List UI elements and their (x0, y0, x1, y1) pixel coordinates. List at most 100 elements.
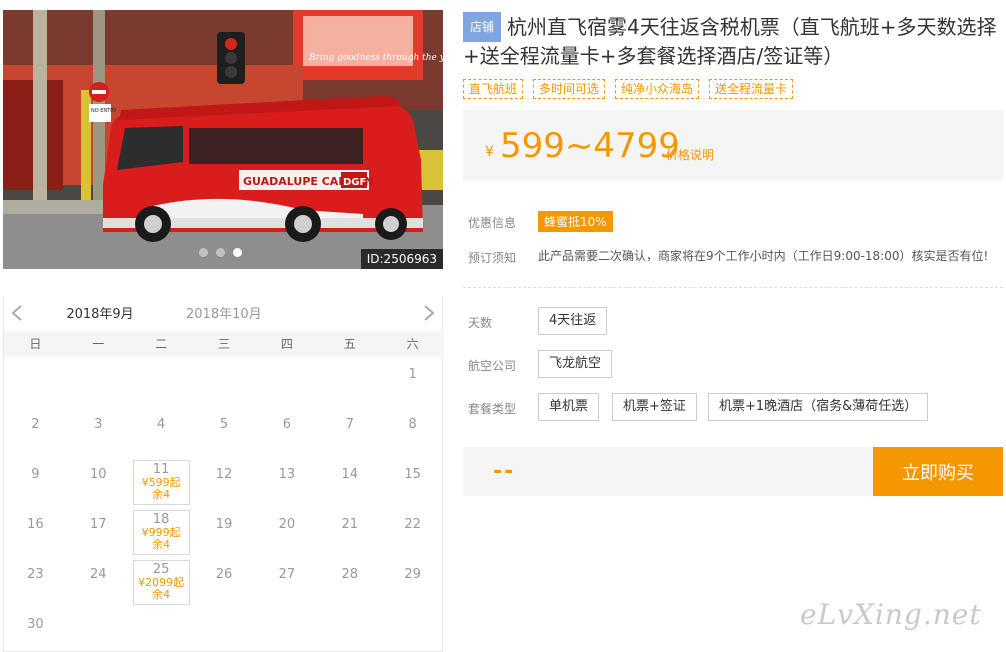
notice-label: 预订须知 (468, 251, 517, 265)
day-number: 5 (219, 417, 229, 432)
notice-text: 此产品需要二次确认，商家将在9个工作小时内（工作日9:00-18:00）核实是否… (538, 249, 989, 263)
calendar-day-available[interactable]: 11 ¥599起 余4 (130, 457, 193, 507)
feature-tag: 送全程流量卡 (709, 79, 794, 99)
calendar-day: 17 (67, 507, 130, 557)
prev-month-button[interactable] (10, 304, 24, 322)
shop-badge: 店铺 (463, 12, 502, 42)
product-title-text: 杭州直飞宿雾4天往返含税机票（直飞航班+多天数选择+送全程流量卡+多套餐选择酒店… (463, 15, 997, 68)
calendar-week-row: 9 10 11 ¥599起 余4 12 13 14 15 (4, 457, 444, 507)
calendar-day: 27 (255, 557, 318, 607)
jeepney-photo: Bring goodness through the years NO ENTR… (3, 10, 443, 269)
day-number (255, 607, 318, 617)
calendar-empty-cell (255, 607, 318, 652)
day-number: 3 (94, 417, 103, 432)
calendar-day: 22 (381, 507, 444, 557)
chevron-left-icon (11, 305, 22, 321)
calendar-empty-cell (130, 357, 193, 407)
day-number: 28 (341, 567, 358, 582)
days-label: 天数 (468, 316, 493, 330)
day-number (255, 357, 318, 367)
day-number: 8 (408, 417, 417, 432)
calendar-day: 21 (318, 507, 381, 557)
carousel-dot[interactable] (216, 248, 225, 257)
calendar-nav: 2018年9月 2018年10月 (4, 296, 444, 333)
day-number: 21 (341, 517, 358, 532)
price-range: 599~4799 (500, 126, 680, 166)
option-days[interactable]: 4天往返 (538, 307, 608, 335)
calendar-day: 3 (67, 407, 130, 457)
calendar-day: 8 (381, 407, 444, 457)
airline-label: 航空公司 (468, 359, 517, 373)
sign-text: NO ENTRY (91, 108, 117, 114)
feature-tag: 纯净小众海岛 (615, 79, 700, 99)
option-package-visa[interactable]: 机票+签证 (612, 393, 697, 421)
calendar-week-row: 23 24 25 ¥2099起 余4 26 27 28 29 (4, 557, 444, 607)
carousel-dot[interactable] (199, 248, 208, 257)
tab-month-sep[interactable]: 2018年9月 (56, 303, 144, 333)
calendar-empty-cell (381, 607, 444, 652)
calendar-empty-cell (318, 357, 381, 407)
calendar-week-row: 1 (4, 357, 444, 407)
day-number (381, 607, 444, 617)
calendar-week-row: 30 (4, 607, 444, 652)
calendar-day: 29 (381, 557, 444, 607)
page: Bring goodness through the years NO ENTR… (0, 0, 1006, 652)
date-calendar: 2018年9月 2018年10月 日 一 二 三 四 五 六 123456789… (3, 296, 444, 652)
option-package-hotel[interactable]: 机票+1晚酒店（宿务&薄荷任选） (708, 393, 929, 421)
weekday-label: 一 (92, 337, 105, 351)
day-number: 20 (278, 517, 296, 532)
day-number: 4 (157, 417, 166, 432)
carousel-dots (199, 248, 242, 257)
van-text-2: DGF (343, 177, 366, 188)
tab-month-oct[interactable]: 2018年10月 (186, 303, 262, 322)
buy-now-button[interactable]: 立即购买 (873, 447, 1003, 496)
calendar-day-available[interactable]: 25 ¥2099起 余4 (130, 557, 193, 607)
next-month-button[interactable] (422, 304, 436, 322)
calendar-day: 23 (4, 557, 67, 607)
calendar-day: 7 (318, 407, 381, 457)
day-number (318, 357, 381, 367)
day-number (130, 357, 193, 367)
day-number: 16 (27, 517, 44, 532)
calendar-day: 13 (255, 457, 318, 507)
calendar-day: 2 (4, 407, 67, 457)
product-photo[interactable]: Bring goodness through the years NO ENTR… (3, 10, 443, 269)
calendar-day: 24 (67, 557, 130, 607)
calendar-day: 1 (381, 357, 444, 407)
day-number: 22 (404, 517, 421, 532)
weekday-label: 五 (343, 337, 356, 351)
weekday-label: 日 (29, 337, 42, 351)
calendar-week-row: 2 3 4 5 6 7 8 (4, 407, 444, 457)
option-airline[interactable]: 飞龙航空 (538, 350, 613, 378)
day-border (132, 560, 190, 605)
calendar-empty-cell (318, 607, 381, 652)
calendar-day: 14 (318, 457, 381, 507)
option-package-ticket[interactable]: 单机票 (538, 393, 600, 421)
feature-tag: 多时间可选 (533, 79, 606, 99)
calendar-empty-cell (4, 357, 67, 407)
watermark: eLvXing.net (800, 598, 982, 631)
day-number: 2 (31, 417, 40, 432)
price-note-link[interactable]: 价格说明 (666, 146, 714, 163)
day-border (132, 460, 190, 505)
day-number (318, 607, 381, 617)
promo-badge: 蜂蜜抵10% (538, 211, 613, 232)
calendar-day: 16 (4, 507, 67, 557)
calendar-day: 4 (130, 407, 193, 457)
calendar-day: 20 (255, 507, 318, 557)
calendar-day: 6 (255, 407, 318, 457)
calendar-day: 26 (193, 557, 256, 607)
day-number (67, 607, 130, 617)
calendar-empty-cell (130, 607, 193, 652)
day-number: 13 (278, 467, 296, 482)
promo-label: 优惠信息 (468, 216, 517, 230)
day-number: 30 (27, 617, 44, 632)
day-number: 7 (345, 417, 354, 432)
carousel-dot-active[interactable] (233, 248, 242, 257)
weekday-label: 二 (155, 337, 168, 351)
day-number (193, 607, 256, 617)
day-number (130, 607, 193, 617)
calendar-day-available[interactable]: 18 ¥999起 余4 (130, 507, 193, 557)
calendar-day: 5 (193, 407, 256, 457)
divider (463, 287, 1003, 288)
